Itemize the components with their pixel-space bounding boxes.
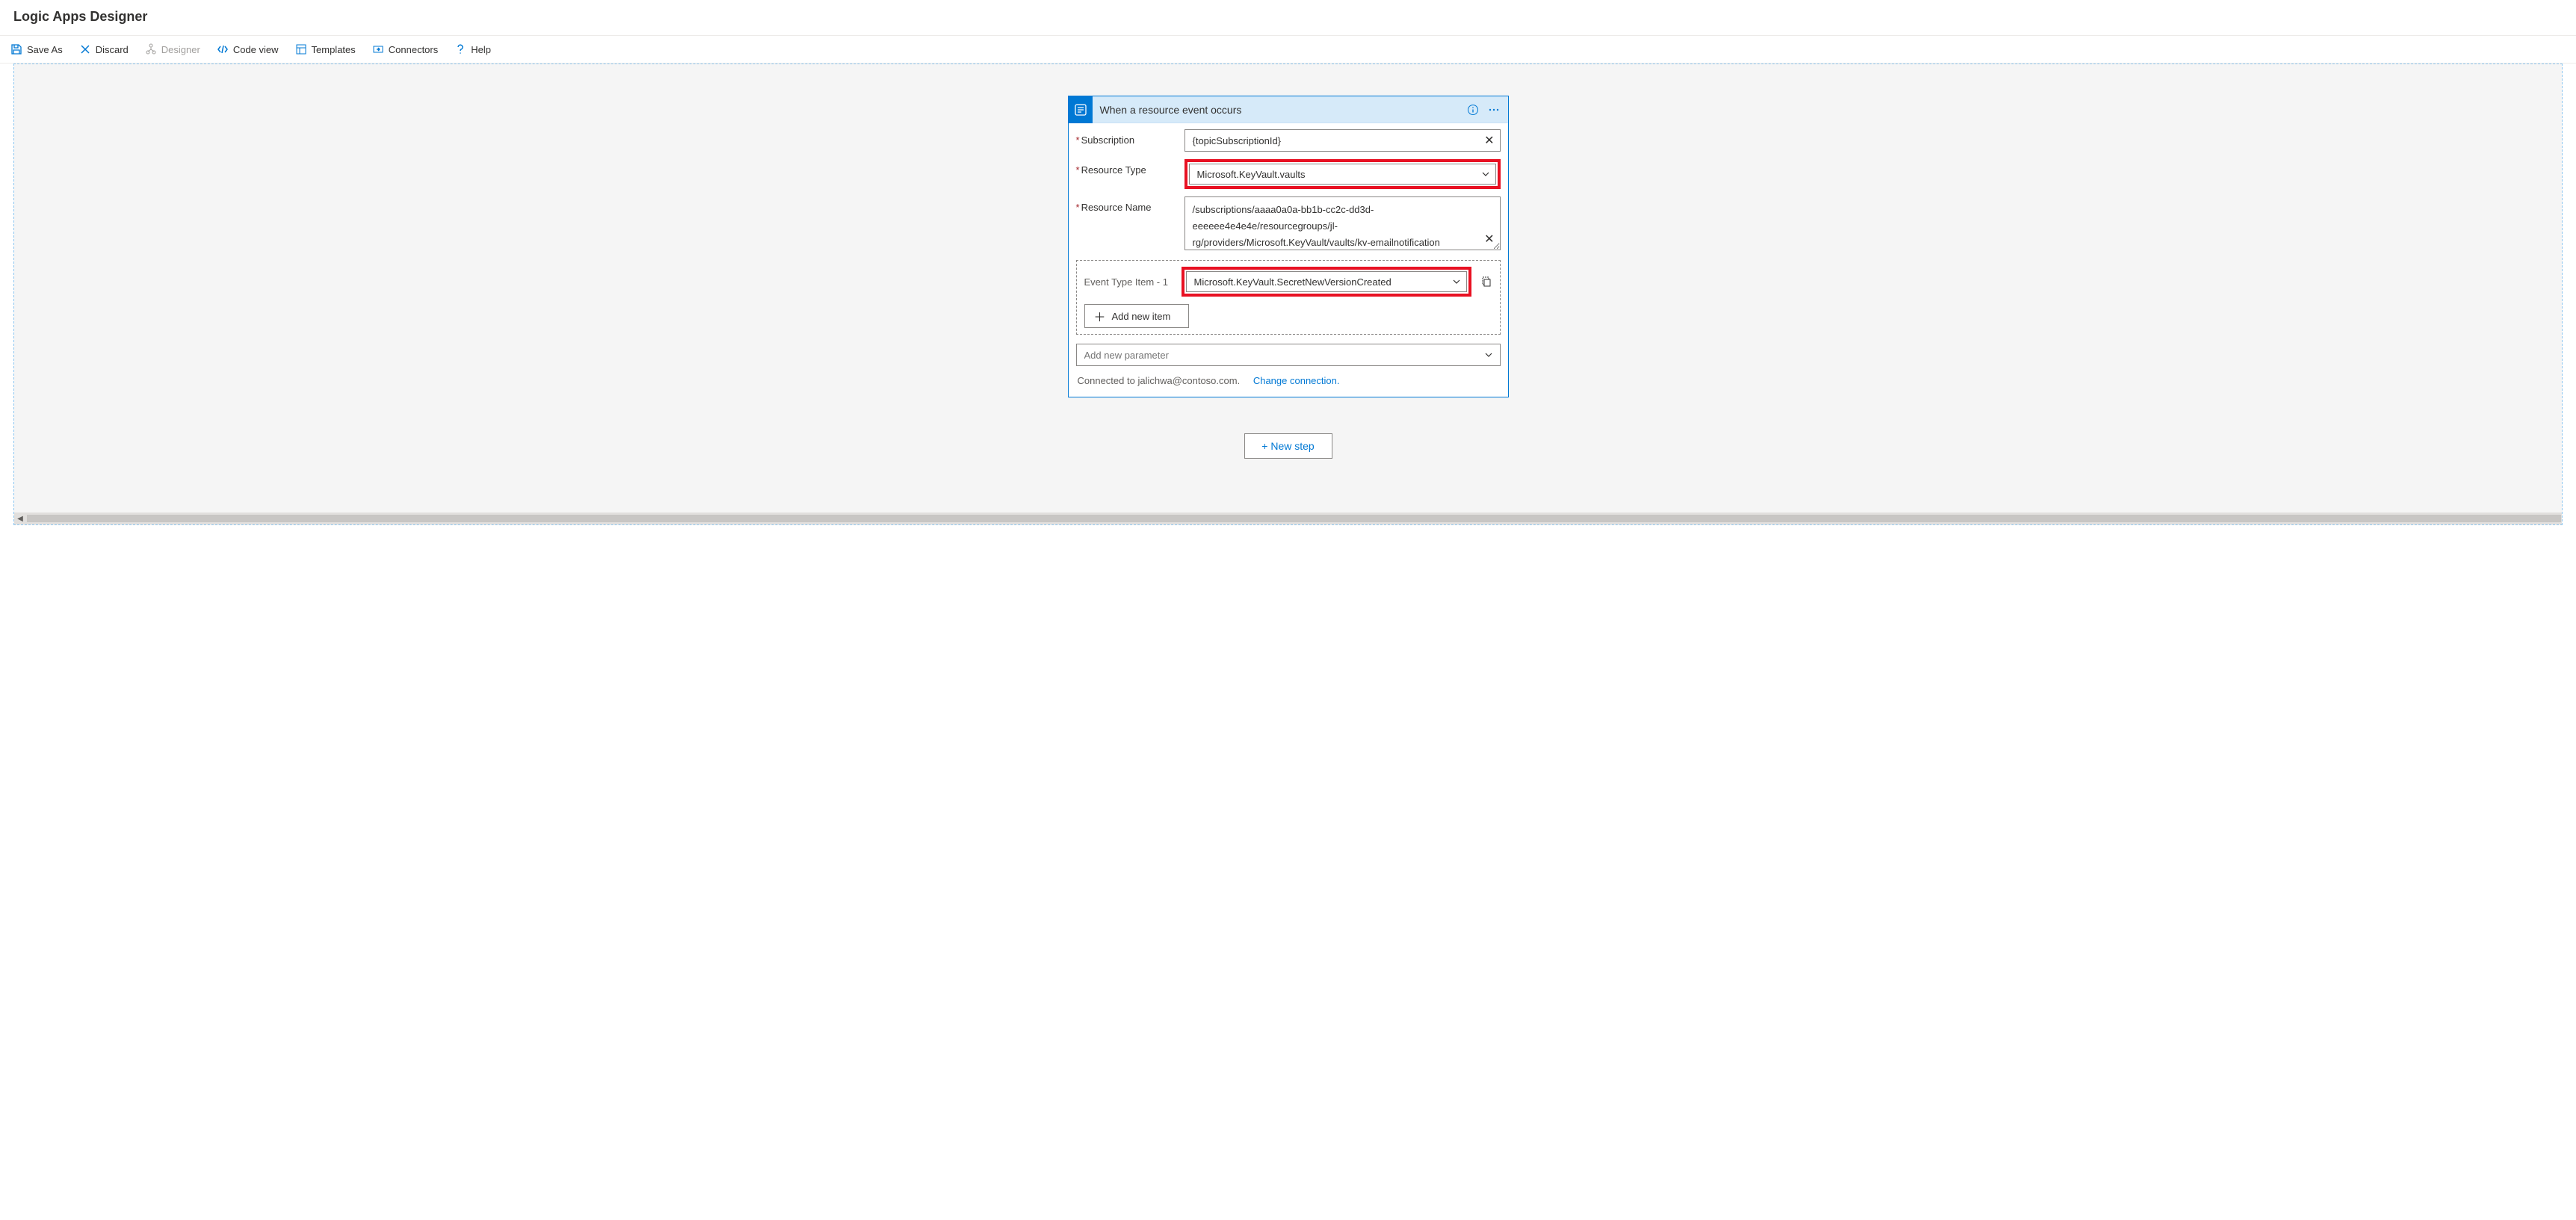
discard-label: Discard (96, 44, 129, 55)
designer-button: Designer (145, 43, 200, 55)
subscription-input[interactable] (1184, 129, 1501, 152)
trigger-card: When a resource event occurs *Subscripti… (1068, 96, 1509, 397)
save-icon (10, 43, 22, 55)
subscription-label: *Subscription (1076, 129, 1177, 146)
save-as-label: Save As (27, 44, 63, 55)
connectors-label: Connectors (389, 44, 438, 55)
scrollbar-thumb[interactable] (27, 515, 2561, 522)
event-type-panel: Event Type Item - 1 ＋ Ad (1076, 260, 1501, 335)
code-icon (217, 43, 229, 55)
discard-icon (79, 43, 91, 55)
chevron-down-icon[interactable] (1481, 170, 1490, 179)
resource-type-select[interactable] (1189, 164, 1496, 185)
designer-canvas[interactable]: When a resource event occurs *Subscripti… (13, 64, 2563, 525)
help-icon (454, 43, 466, 55)
add-parameter-select[interactable] (1076, 344, 1501, 366)
toolbar: Save As Discard Designer Code view Templ… (0, 35, 2576, 64)
templates-button[interactable]: Templates (295, 43, 356, 55)
event-type-select[interactable] (1186, 271, 1467, 292)
event-grid-icon (1069, 96, 1093, 123)
resource-name-input[interactable]: /subscriptions/aaaa0a0a-bb1b-cc2c-dd3d-e… (1184, 196, 1501, 250)
help-button[interactable]: Help (454, 43, 491, 55)
new-step-button[interactable]: + New step (1244, 433, 1332, 459)
code-view-button[interactable]: Code view (217, 43, 279, 55)
resource-type-highlight (1184, 159, 1501, 189)
event-type-label: Event Type Item - 1 (1084, 276, 1174, 288)
event-type-highlight (1182, 267, 1471, 297)
change-connection-link[interactable]: Change connection. (1253, 375, 1340, 386)
save-as-button[interactable]: Save As (10, 43, 63, 55)
add-new-item-button[interactable]: ＋ Add new item (1084, 304, 1189, 328)
trigger-header[interactable]: When a resource event occurs (1069, 96, 1508, 123)
designer-icon (145, 43, 157, 55)
add-item-label: Add new item (1112, 311, 1171, 322)
chevron-down-icon[interactable] (1484, 350, 1493, 359)
help-label: Help (471, 44, 491, 55)
resource-type-label: *Resource Type (1076, 159, 1177, 176)
more-icon[interactable] (1487, 103, 1501, 117)
code-view-label: Code view (233, 44, 279, 55)
connection-footer: Connected to jalichwa@contoso.com. Chang… (1076, 375, 1501, 386)
trigger-title: When a resource event occurs (1100, 104, 1459, 116)
connected-to-text: Connected to jalichwa@contoso.com. (1078, 375, 1241, 386)
clear-icon[interactable]: ✕ (1484, 232, 1494, 247)
templates-icon (295, 43, 307, 55)
copy-icon[interactable] (1479, 276, 1492, 288)
plus-icon: ＋ (1094, 307, 1106, 325)
chevron-down-icon[interactable] (1452, 277, 1461, 286)
connectors-button[interactable]: Connectors (372, 43, 438, 55)
resource-name-label: *Resource Name (1076, 196, 1177, 213)
connectors-icon (372, 43, 384, 55)
designer-label: Designer (161, 44, 200, 55)
horizontal-scrollbar[interactable]: ◀ (14, 513, 2562, 524)
info-icon[interactable] (1466, 103, 1480, 117)
scroll-left-icon[interactable]: ◀ (14, 513, 26, 524)
discard-button[interactable]: Discard (79, 43, 129, 55)
templates-label: Templates (312, 44, 356, 55)
page-title: Logic Apps Designer (0, 0, 2576, 35)
clear-icon[interactable]: ✕ (1484, 133, 1494, 148)
